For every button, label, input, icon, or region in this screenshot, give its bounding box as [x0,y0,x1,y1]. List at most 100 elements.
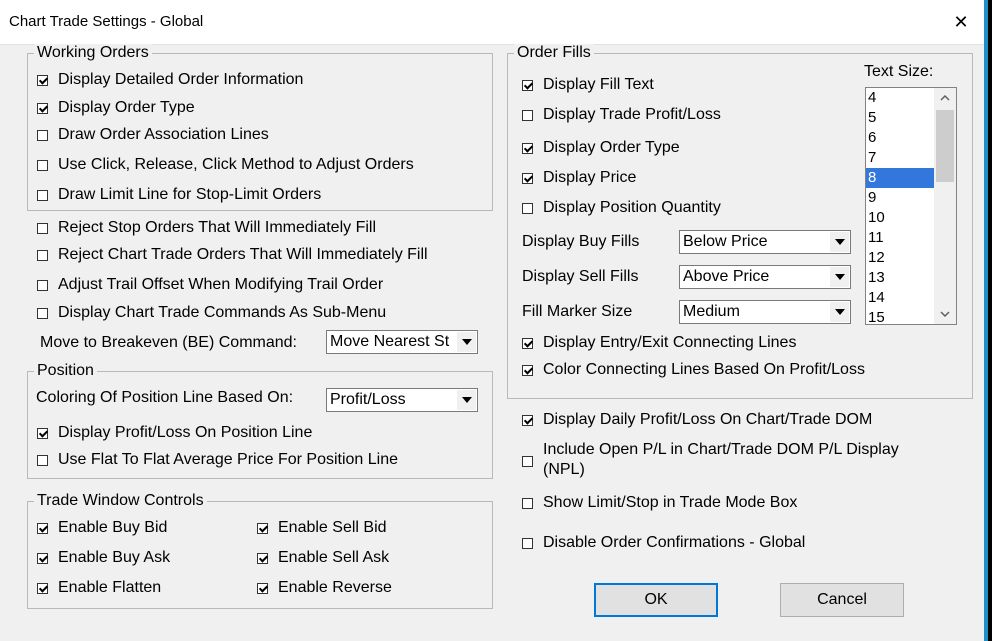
text-size-option[interactable]: 7 [866,148,934,168]
cb-enable-buy-ask[interactable]: Enable Buy Ask [37,548,170,568]
breakeven-select[interactable]: Move Nearest St [326,330,478,354]
text-size-scrollbar[interactable] [934,88,956,324]
scrollbar-thumb[interactable] [936,110,954,182]
text-size-option[interactable]: 4 [866,88,934,108]
cb-enable-sell-bid[interactable]: Enable Sell Bid [257,518,387,538]
text-size-option[interactable]: 10 [866,208,934,228]
checkbox[interactable] [522,364,533,376]
checkbox[interactable] [257,522,268,534]
chevron-down-icon[interactable] [830,232,849,252]
checkbox[interactable] [522,537,533,549]
cb-click-release-click[interactable]: Use Click, Release, Click Method to Adju… [37,155,414,175]
cb-enable-sell-ask[interactable]: Enable Sell Ask [257,548,389,568]
text-size-listbox[interactable]: 4 5 6 7 8 9 10 11 12 13 14 15 [865,87,957,325]
checkbox[interactable] [522,79,533,91]
checkbox[interactable] [37,582,48,594]
checkbox[interactable] [522,142,533,154]
text-size-option[interactable]: 9 [866,188,934,208]
checkbox[interactable] [522,337,533,349]
close-button[interactable]: ✕ [938,0,984,44]
checkbox[interactable] [37,189,48,201]
checkbox[interactable] [522,414,533,426]
sell-fills-value: Above Price [683,268,770,285]
text-size-option[interactable]: 15 [866,308,934,324]
buy-fills-select[interactable]: Below Price [679,230,851,254]
checkbox[interactable] [522,109,533,121]
cb-chart-trade-sub-menu[interactable]: Display Chart Trade Commands As Sub-Menu [37,303,386,323]
checkbox[interactable] [37,249,48,261]
checkbox[interactable] [37,129,48,141]
checkbox-label: Display Trade Profit/Loss [543,106,721,123]
chevron-down-icon[interactable] [457,332,476,352]
cb-fills-display-order-type[interactable]: Display Order Type [522,138,680,158]
marker-size-select[interactable]: Medium [679,300,851,324]
checkbox[interactable] [522,202,533,214]
checkbox[interactable] [37,454,48,466]
cancel-button[interactable]: Cancel [780,583,904,617]
marker-size-value: Medium [683,303,740,320]
checkbox[interactable] [522,172,533,184]
checkbox-label: Display Order Type [543,139,680,156]
cb-display-order-type[interactable]: Display Order Type [37,98,195,118]
checkbox[interactable] [522,497,533,509]
chevron-down-icon[interactable] [457,390,476,410]
checkbox-label: Enable Reverse [278,579,392,596]
cb-display-fill-text[interactable]: Display Fill Text [522,75,654,95]
checkbox[interactable] [37,222,48,234]
cb-reject-chart-trade-orders[interactable]: Reject Chart Trade Orders That Will Imme… [37,245,428,265]
working-orders-title: Working Orders [34,44,152,62]
text-size-option[interactable]: 5 [866,108,934,128]
trade-window-title: Trade Window Controls [34,492,207,510]
text-size-option[interactable]: 13 [866,268,934,288]
text-size-option[interactable]: 11 [866,228,934,248]
cb-display-price[interactable]: Display Price [522,168,636,188]
include-open-pl-label: Include Open P/L in Chart/Trade DOM P/L … [543,441,899,458]
sell-fills-select[interactable]: Above Price [679,265,851,289]
checkbox[interactable] [522,455,533,467]
checkbox[interactable] [37,427,48,439]
cb-show-limit-stop[interactable]: Show Limit/Stop in Trade Mode Box [522,493,797,513]
cb-enable-flatten[interactable]: Enable Flatten [37,578,161,598]
checkbox[interactable] [37,522,48,534]
text-size-label: Text Size: [864,63,934,80]
checkbox[interactable] [37,159,48,171]
text-size-option[interactable]: 12 [866,248,934,268]
cb-display-trade-pl[interactable]: Display Trade Profit/Loss [522,105,721,125]
text-size-option[interactable]: 8 [866,168,934,188]
chevron-down-icon[interactable] [830,267,849,287]
text-size-option[interactable]: 14 [866,288,934,308]
checkbox[interactable] [257,552,268,564]
cb-daily-pl-on-dom[interactable]: Display Daily Profit/Loss On Chart/Trade… [522,410,872,430]
cb-draw-order-association-lines[interactable]: Draw Order Association Lines [37,125,269,145]
cb-color-connecting-lines[interactable]: Color Connecting Lines Based On Profit/L… [522,360,865,380]
cb-include-open-pl[interactable] [522,451,543,471]
cb-adjust-trail-offset[interactable]: Adjust Trail Offset When Modifying Trail… [37,275,383,295]
checkbox[interactable] [37,74,48,86]
checkbox[interactable] [37,102,48,114]
checkbox[interactable] [37,552,48,564]
scroll-down-icon[interactable] [934,304,956,324]
cb-flat-to-flat[interactable]: Use Flat To Flat Average Price For Posit… [37,450,398,470]
cb-display-position-quantity[interactable]: Display Position Quantity [522,198,721,218]
include-open-pl-label-2: (NPL) [543,461,585,478]
checkbox[interactable] [257,582,268,594]
coloring-select[interactable]: Profit/Loss [326,388,478,412]
checkbox[interactable] [37,307,48,319]
cb-disable-order-confirmations[interactable]: Disable Order Confirmations - Global [522,533,805,553]
text-size-option[interactable]: 6 [866,128,934,148]
cb-enable-buy-bid[interactable]: Enable Buy Bid [37,518,167,538]
cb-draw-limit-line[interactable]: Draw Limit Line for Stop-Limit Orders [37,185,321,205]
checkbox[interactable] [37,279,48,291]
chevron-down-icon[interactable] [830,302,849,322]
ok-button[interactable]: OK [594,583,718,617]
scroll-up-icon[interactable] [934,88,956,108]
cb-enable-reverse[interactable]: Enable Reverse [257,578,392,598]
checkbox-label: Enable Sell Bid [278,519,387,536]
marker-size-label: Fill Marker Size [522,303,633,320]
chart-trade-settings-dialog: Chart Trade Settings - Global ✕ Working … [0,0,988,641]
buy-fills-value: Below Price [683,233,768,250]
cb-reject-stop-orders[interactable]: Reject Stop Orders That Will Immediately… [37,218,376,238]
cb-display-pl-on-position-line[interactable]: Display Profit/Loss On Position Line [37,423,312,443]
cb-display-detailed-order-info[interactable]: Display Detailed Order Information [37,70,303,90]
cb-entry-exit-lines[interactable]: Display Entry/Exit Connecting Lines [522,333,796,353]
